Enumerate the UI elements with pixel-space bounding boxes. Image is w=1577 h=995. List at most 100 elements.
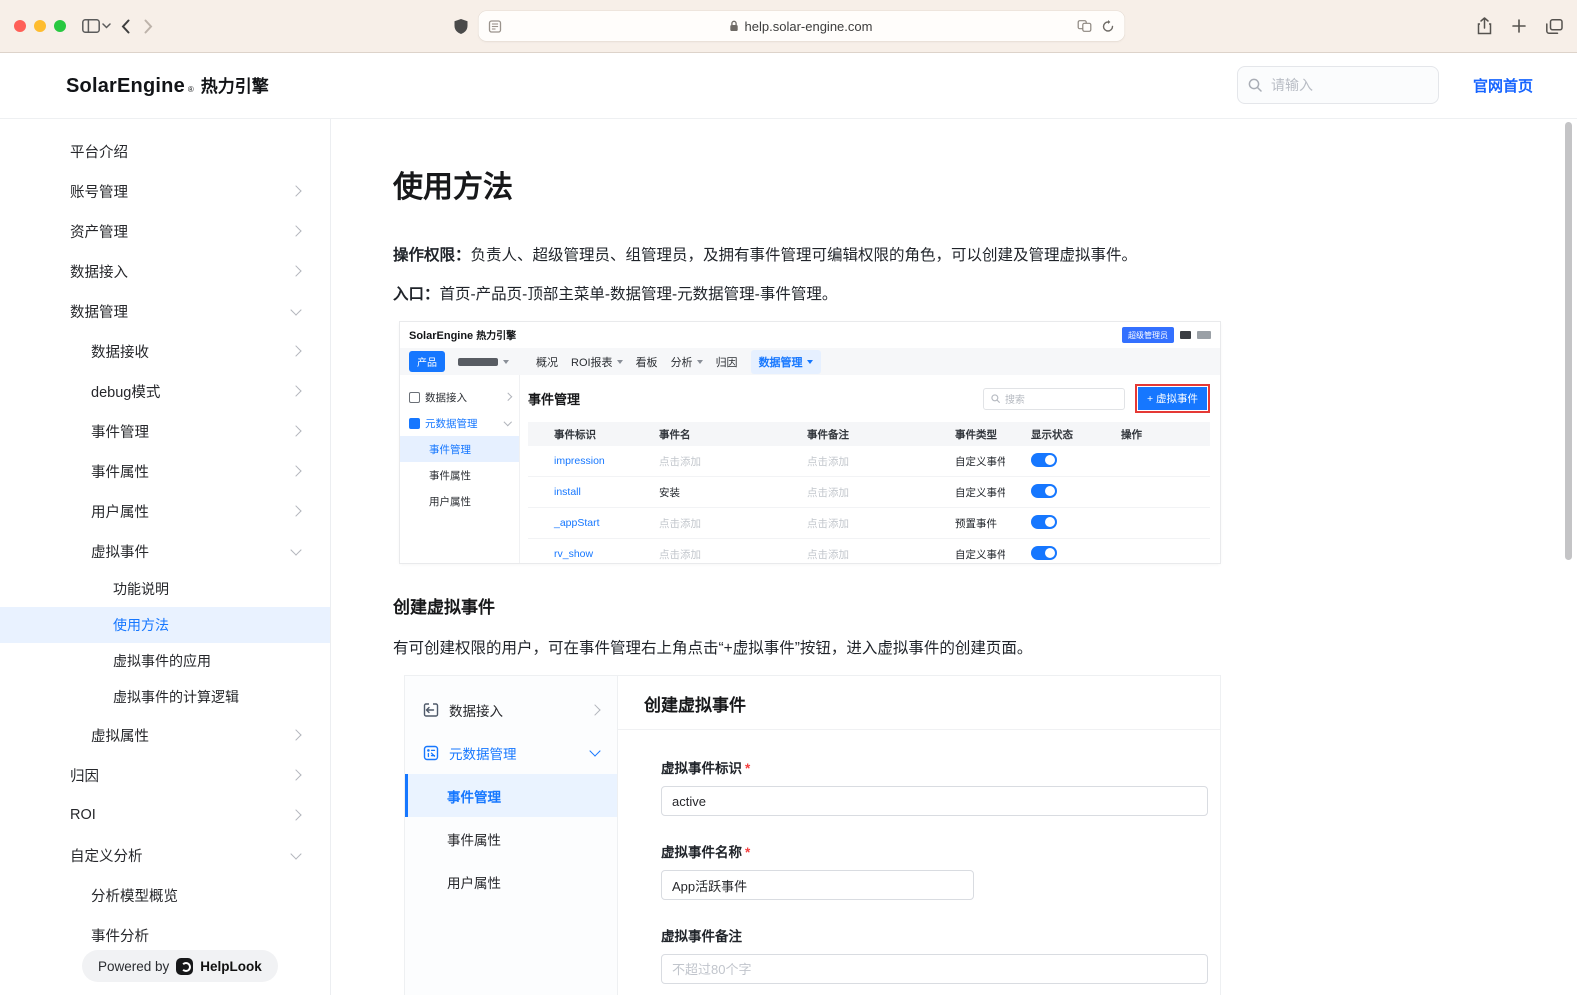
caret-down-icon (697, 360, 703, 364)
sidebar-item-data-management[interactable]: 数据管理 (0, 291, 330, 331)
chevron-right-icon (589, 704, 600, 715)
product-button[interactable]: 产品 (409, 351, 445, 372)
nav-data-management-active[interactable]: 数据管理 (751, 350, 821, 374)
toggle-on[interactable] (1031, 453, 1057, 467)
field-virtual-event-name: 虚拟事件名称* (661, 841, 1208, 900)
sidebar-item-attribution[interactable]: 归因 (0, 755, 330, 795)
shot2-side-event-attrs[interactable]: 事件属性 (405, 817, 617, 860)
app-name-placeholder (458, 358, 498, 366)
sidebar-toggle-icon[interactable] (82, 12, 100, 40)
search-icon (1248, 78, 1262, 92)
caret-down-icon (617, 360, 623, 364)
new-tab-plus-icon[interactable] (1512, 12, 1526, 40)
close-window-button[interactable] (14, 20, 26, 32)
ingest-icon (423, 702, 439, 718)
virtual-event-note-input[interactable] (661, 954, 1208, 984)
toggle-on[interactable] (1031, 546, 1057, 560)
helplook-logo-icon (176, 958, 193, 975)
shot2-side-metadata[interactable]: 元数据管理 (405, 731, 617, 774)
virtual-event-id-input[interactable] (661, 786, 1208, 816)
translate-icon[interactable] (1077, 20, 1091, 32)
red-highlight-box: + 虚拟事件 (1135, 384, 1210, 413)
site-search-box[interactable] (1237, 66, 1439, 104)
address-bar[interactable]: help.solar-engine.com (478, 11, 1124, 41)
shot2-side-user-attrs[interactable]: 用户属性 (405, 860, 617, 903)
official-home-link[interactable]: 官网首页 (1473, 75, 1533, 96)
nav-attribution[interactable]: 归因 (716, 354, 738, 370)
sidebar-item-virtual-events[interactable]: 虚拟事件 (0, 531, 330, 571)
nav-roi-report[interactable]: ROI报表 (571, 354, 623, 370)
chevron-down-icon (290, 304, 301, 315)
nav-analysis[interactable]: 分析 (671, 354, 703, 370)
nav-dashboard[interactable]: 看板 (636, 354, 658, 370)
powered-by-helplook-badge[interactable]: Powered by HelpLook (82, 950, 278, 982)
sidebar-item-feature-desc[interactable]: 功能说明 (0, 571, 330, 607)
ingest-icon (409, 392, 420, 403)
nav-overview[interactable]: 概况 (536, 354, 558, 370)
sidebar-chevron-down-icon[interactable] (102, 12, 111, 40)
site-header: SolarEngine® 热力引擎 官网首页 (0, 52, 1577, 119)
chevron-right-icon (290, 465, 301, 476)
entry-paragraph: 入口：首页-产品页-顶部主菜单-数据管理-元数据管理-事件管理。 (393, 283, 1577, 307)
lock-icon (730, 20, 739, 32)
chevron-right-icon (503, 393, 511, 401)
sidebar-item-event-analysis[interactable]: 事件分析 (0, 915, 330, 955)
sidebar-item-event-attrs[interactable]: 事件属性 (0, 451, 330, 491)
sidebar-item-virtual-attrs[interactable]: 虚拟属性 (0, 715, 330, 755)
chevron-right-icon (290, 345, 301, 356)
share-icon[interactable] (1477, 12, 1492, 40)
back-icon[interactable] (121, 12, 130, 40)
table-row: install 安装 点击添加 自定义事件 (528, 477, 1210, 508)
page-scrollbar[interactable] (1565, 122, 1572, 560)
shot1-side-event-management[interactable]: 事件管理 (400, 436, 519, 462)
sidebar-item-data-ingest[interactable]: 数据接入 (0, 251, 330, 291)
toggle-on[interactable] (1031, 484, 1057, 498)
reload-icon[interactable] (1101, 20, 1114, 33)
zoom-window-button[interactable] (54, 20, 66, 32)
sidebar-item-platform-intro[interactable]: 平台介绍 (0, 131, 330, 171)
shot1-side-data-ingest[interactable]: 数据接入 (400, 384, 519, 410)
table-row: impression 点击添加 点击添加 自定义事件 (528, 446, 1210, 477)
chevron-right-icon (290, 505, 301, 516)
site-logo[interactable]: SolarEngine® 热力引擎 (66, 72, 269, 98)
chevron-down-icon (290, 848, 301, 859)
site-search-input[interactable] (1269, 76, 1428, 94)
shot1-side-metadata[interactable]: 元数据管理 (400, 410, 519, 436)
forward-icon[interactable] (144, 12, 153, 40)
sidebar-item-virtual-event-logic[interactable]: 虚拟事件的计算逻辑 (0, 679, 330, 715)
chevron-down-icon (290, 544, 301, 555)
metadata-icon (423, 745, 439, 761)
sidebar-item-virtual-event-apps[interactable]: 虚拟事件的应用 (0, 643, 330, 679)
helplook-text: HelpLook (200, 959, 262, 974)
shield-extension-icon[interactable] (453, 18, 468, 35)
shot1-page-title: 事件管理 (528, 389, 580, 408)
toggle-on[interactable] (1031, 515, 1057, 529)
sidebar-item-account[interactable]: 账号管理 (0, 171, 330, 211)
chevron-right-icon (290, 809, 301, 820)
virtual-event-name-input[interactable] (661, 870, 974, 900)
sidebar-item-analysis-model-overview[interactable]: 分析模型概览 (0, 875, 330, 915)
table-row: rv_show 点击添加 点击添加 自定义事件 (528, 539, 1210, 563)
add-virtual-event-button[interactable]: + 虚拟事件 (1138, 387, 1207, 410)
shot1-side-user-attrs[interactable]: 用户属性 (400, 488, 519, 514)
sidebar-item-usage-active[interactable]: 使用方法 (0, 607, 330, 643)
sidebar-item-debug-mode[interactable]: debug模式 (0, 371, 330, 411)
sidebar-item-data-receive[interactable]: 数据接收 (0, 331, 330, 371)
sidebar-item-custom-analysis[interactable]: 自定义分析 (0, 835, 330, 875)
shot2-side-event-management[interactable]: 事件管理 (405, 774, 617, 817)
shot1-side-event-attrs[interactable]: 事件属性 (400, 462, 519, 488)
logo-text: SolarEngine (66, 75, 185, 98)
shot2-side-data-ingest[interactable]: 数据接入 (405, 688, 617, 731)
sidebar-item-event-management[interactable]: 事件管理 (0, 411, 330, 451)
event-table-header: 事件标识 事件名 事件备注 事件类型 显示状态 操作 (528, 422, 1210, 446)
sidebar-item-user-attrs[interactable]: 用户属性 (0, 491, 330, 531)
minimize-window-button[interactable] (34, 20, 46, 32)
app-selector[interactable] (458, 358, 509, 366)
tab-overview-icon[interactable] (1546, 12, 1563, 40)
sidebar-item-roi[interactable]: ROI (0, 795, 330, 835)
shot1-top-nav: 产品 概况 ROI报表 看板 分析 归因 数据管理 (400, 348, 1220, 375)
sidebar-item-assets[interactable]: 资产管理 (0, 211, 330, 251)
reader-icon[interactable] (488, 20, 501, 33)
event-table: 事件标识 事件名 事件备注 事件类型 显示状态 操作 impression 点击… (528, 422, 1210, 563)
shot1-search-box[interactable]: 搜索 (983, 388, 1125, 410)
